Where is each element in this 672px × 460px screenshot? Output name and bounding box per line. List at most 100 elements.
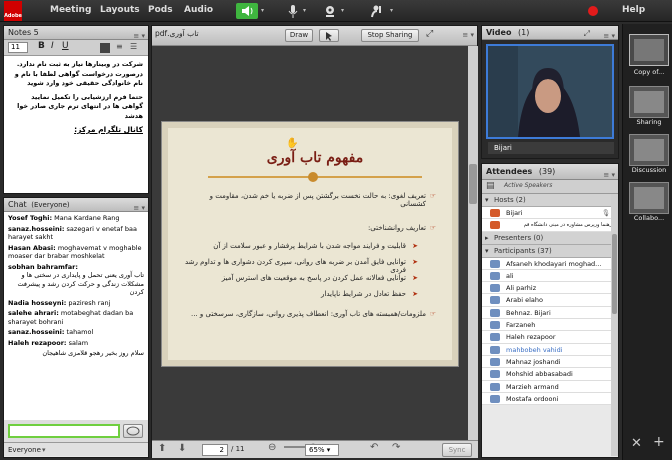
attendee-row[interactable]: Bijari 🎙	[482, 207, 618, 220]
notes-content[interactable]: شرکت در وبینارها نیاز به ثبت نام ندارد. …	[4, 56, 148, 193]
chat-input-area	[4, 420, 148, 442]
sync-button[interactable]: Sync	[442, 443, 472, 457]
chat-messages: Yosef Toghi: Mana Kardane Rang sanaz.hos…	[4, 212, 148, 420]
webcam-person-image	[488, 46, 612, 137]
chat-message: Yosef Toghi: Mana Kardane Rang	[8, 214, 120, 222]
layout-thumb-discussion[interactable]	[629, 134, 669, 166]
next-page-icon[interactable]: ⬇	[178, 443, 186, 454]
layout-label: Discussion	[631, 166, 667, 174]
pointer-button[interactable]	[319, 29, 339, 42]
layout-thumb-copy[interactable]	[629, 34, 669, 66]
attendee-row[interactable]: رهنما ورپرس مشاوره در مینی دانشگاه قم	[482, 219, 618, 232]
slide-line: قابلیت و فرایند مواجه شدن با شرایط پرفشا…	[213, 242, 406, 250]
fullscreen-icon[interactable]: ⤢	[426, 29, 433, 39]
undo-icon[interactable]: ↶	[370, 442, 378, 453]
share-scrollbar[interactable]	[468, 46, 478, 440]
attendees-toolbar: ▤ Active Speakers	[482, 180, 618, 194]
menu-help[interactable]: Help	[622, 5, 645, 15]
host-icon	[490, 209, 500, 217]
attendee-row[interactable]: Mahnaz joshandi	[482, 355, 618, 369]
attendee-row[interactable]: Farzaneh	[482, 319, 618, 332]
attendee-row[interactable]: Arabi elaho	[482, 294, 618, 307]
participants-section[interactable]: Participants (37)	[482, 244, 618, 258]
attendee-row[interactable]: Afsaneh khodayari moghad...	[482, 257, 618, 270]
italic-button[interactable]: I	[51, 41, 54, 51]
attendee-row[interactable]: mahbobeh vahidi	[482, 343, 618, 356]
participant-icon	[490, 370, 500, 379]
layout-label: Collabo...	[633, 214, 665, 222]
attendee-row[interactable]: Marzieh armand	[482, 380, 618, 393]
video-count: (1)	[518, 28, 530, 37]
underline-button[interactable]: U	[62, 41, 69, 51]
send-button[interactable]	[123, 424, 143, 438]
chat-input[interactable]	[8, 424, 120, 438]
menu-audio[interactable]: Audio	[184, 5, 213, 15]
attendee-row[interactable]: ali	[482, 269, 618, 283]
raise-hand-icon[interactable]	[370, 3, 386, 19]
bullet-icon: ➤	[412, 274, 418, 282]
bold-button[interactable]: B	[38, 41, 45, 51]
prev-page-icon[interactable]: ⬆	[158, 443, 166, 454]
view-toggle-icon[interactable]: ▤	[486, 181, 495, 191]
webcam-icon[interactable]	[322, 3, 338, 19]
text-color-button[interactable]	[100, 43, 110, 53]
chat-menu-icon[interactable]: ≡ ▾	[133, 201, 145, 215]
slide-line: حفظ تعادل در شرایط ناپایدار	[321, 290, 406, 298]
video-header: Video (1) ⤢ ≡ ▾	[482, 26, 618, 40]
chat-recipient-bar[interactable]: Everyone ▾	[4, 442, 148, 456]
speaker-chevron-icon[interactable]: ▾	[261, 7, 264, 14]
attendee-row[interactable]: Behnaz. Bijari	[482, 306, 618, 320]
webcam-chevron-icon[interactable]: ▾	[341, 7, 344, 14]
scrollbar-thumb[interactable]	[469, 164, 477, 204]
recipient-chevron-icon[interactable]: ▾	[42, 443, 46, 457]
status-chevron-icon[interactable]: ▾	[390, 7, 393, 14]
zoom-out-icon[interactable]: ⊖	[268, 442, 276, 453]
speaker-icon[interactable]	[236, 3, 258, 19]
add-layout-icon[interactable]: +	[653, 434, 665, 450]
chat-message: sanaz.hosseini: tahamol	[8, 328, 94, 336]
bullet-icon: ➤	[412, 242, 418, 250]
participant-icon	[490, 271, 500, 280]
menu-meeting[interactable]: Meeting	[50, 5, 91, 15]
manage-layouts-icon[interactable]: ✕	[631, 436, 642, 451]
slide-line: ملزومات/همبسته های تاب آوری: انعطاف پذیر…	[190, 310, 426, 318]
attendee-row[interactable]: Mostafa ordooni	[482, 392, 618, 406]
font-size-select[interactable]: 11	[8, 42, 28, 53]
page-number-input[interactable]: 2	[202, 444, 228, 456]
layout-thumb-collaboration[interactable]	[629, 182, 669, 214]
mic-chevron-icon[interactable]: ▾	[303, 7, 306, 14]
active-speakers-label: Active Speakers	[504, 182, 553, 189]
hosts-section[interactable]: Hosts (2)	[482, 194, 618, 207]
presenters-section[interactable]: Presenters (0)	[482, 231, 618, 245]
attendees-scrollbar[interactable]	[611, 194, 618, 456]
attendee-row[interactable]: Mohshid abbasabadi	[482, 368, 618, 381]
zoom-select[interactable]: 65% ▾	[305, 444, 339, 456]
draw-button[interactable]: Draw	[285, 29, 313, 42]
scrollbar-thumb[interactable]	[612, 234, 617, 314]
record-icon[interactable]	[588, 6, 598, 16]
bullet-icon: ☞	[429, 224, 436, 232]
align-button[interactable]: ≡	[116, 42, 123, 51]
participant-icon	[490, 394, 500, 403]
stop-sharing-button[interactable]: Stop Sharing	[361, 29, 419, 42]
menu-layouts[interactable]: Layouts	[100, 5, 140, 15]
attendee-row[interactable]: Haleh rezapoor	[482, 331, 618, 344]
layout-thumb-sharing[interactable]	[629, 86, 669, 118]
zoom-slider[interactable]	[284, 446, 306, 448]
attendee-row[interactable]: Ali parhiz	[482, 282, 618, 295]
chat-header: Chat (Everyone) ≡ ▾	[4, 198, 148, 212]
notes-title: Notes 5	[8, 28, 39, 37]
microphone-icon[interactable]	[286, 3, 300, 19]
chat-message: sobhan bahramfar: تاب آوری یعنی تحمل و پا…	[8, 262, 144, 297]
share-menu-icon[interactable]: ≡ ▾	[462, 31, 474, 39]
slide-title: مفهوم تاب آوری	[266, 150, 364, 166]
attendees-header: Attendees (39) ≡ ▾	[482, 164, 618, 180]
divider-ornament	[308, 172, 318, 182]
chat-title: Chat	[8, 200, 27, 209]
list-button[interactable]: ☰	[130, 42, 137, 51]
participant-icon	[490, 308, 500, 317]
video-fullscreen-icon[interactable]: ⤢	[584, 27, 590, 41]
menu-pods[interactable]: Pods	[148, 5, 173, 15]
redo-icon[interactable]: ↷	[392, 442, 400, 453]
chat-message: salehe ahrari: motabeghat dadan ba shara…	[8, 309, 134, 326]
